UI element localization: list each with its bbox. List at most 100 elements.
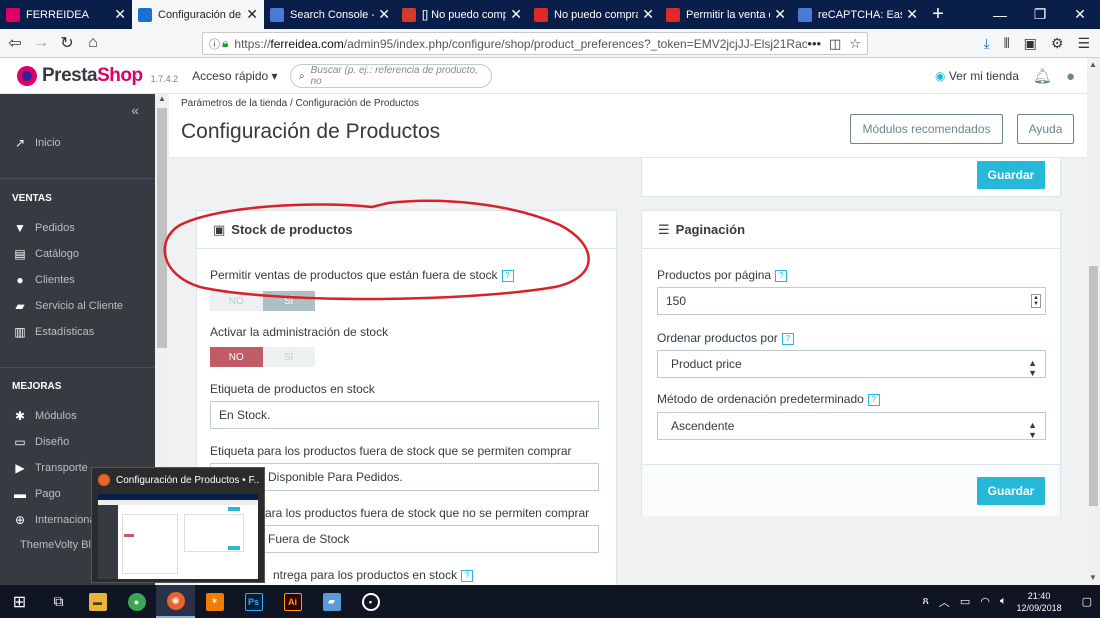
breadcrumb-link[interactable]: Parámetros de la tienda bbox=[181, 98, 287, 109]
collapse-sidebar-icon[interactable]: « bbox=[131, 102, 139, 118]
forward-icon[interactable]: → bbox=[28, 34, 54, 52]
sidebar-item-inicio[interactable]: ↗ Inicio bbox=[12, 136, 61, 150]
allow-oos-no[interactable]: NO bbox=[210, 291, 263, 311]
page-scroll-thumb[interactable] bbox=[1089, 266, 1098, 506]
oos-denied-input[interactable]: Fuera de Stock bbox=[210, 525, 599, 553]
tab-label: Permitir la venta de bbox=[686, 8, 770, 21]
file-explorer-icon[interactable]: ▬ bbox=[78, 585, 117, 618]
sidebar-item-estadisticas[interactable]: ▥ Estadísticas bbox=[12, 325, 94, 339]
clock[interactable]: 21:40 12/09/2018 bbox=[1017, 590, 1062, 614]
save-button-top[interactable]: Guardar bbox=[977, 161, 1045, 189]
scroll-up-icon[interactable]: ▲ bbox=[1089, 60, 1097, 69]
minimize-icon[interactable]: — bbox=[980, 0, 1020, 29]
menu-icon[interactable]: ☰ bbox=[1077, 35, 1090, 52]
help-icon[interactable]: ? bbox=[781, 332, 794, 345]
close-tab-icon[interactable]: ✕ bbox=[246, 6, 258, 23]
instock-input[interactable]: En Stock. bbox=[210, 401, 599, 429]
close-tab-icon[interactable]: ✕ bbox=[774, 6, 786, 23]
sidebar-item-catalogo[interactable]: ▤ Catálogo bbox=[12, 247, 79, 261]
wifi-icon[interactable]: ◠ bbox=[980, 595, 990, 608]
scroll-down-icon[interactable]: ▼ bbox=[1089, 573, 1097, 582]
download-icon[interactable]: ⤓ bbox=[984, 35, 990, 52]
pocket-icon[interactable]: ◫ bbox=[829, 36, 841, 52]
tray-chevron-icon[interactable]: ︿ bbox=[939, 594, 950, 610]
help-icon[interactable]: ? bbox=[867, 393, 880, 406]
new-tab-button[interactable]: + bbox=[924, 0, 952, 29]
number-spinner-icon[interactable]: ▲ ▼ bbox=[1031, 294, 1041, 308]
close-window-icon[interactable]: ✕ bbox=[1060, 0, 1100, 29]
chrome-icon[interactable]: ● bbox=[117, 585, 156, 618]
close-tab-icon[interactable]: ✕ bbox=[114, 6, 126, 23]
sidebar-item-modulos[interactable]: ✱ Módulos bbox=[12, 409, 77, 423]
browser-tab[interactable]: Configuración de P ✕ bbox=[132, 0, 264, 29]
search-input[interactable]: ⌕ Buscar (p. ej.: referencia de producto… bbox=[290, 64, 492, 88]
page-actions-icon[interactable]: ••• bbox=[807, 36, 821, 52]
oos-allowed-input[interactable]: Disponible Para Pedidos. bbox=[210, 463, 599, 491]
sidebar-item-transporte[interactable]: ▶ Transporte bbox=[12, 461, 87, 475]
browser-tab[interactable]: FERREIDEA ✕ bbox=[0, 0, 132, 29]
task-view-icon[interactable]: ⧉ bbox=[39, 585, 78, 618]
close-tab-icon[interactable]: ✕ bbox=[906, 6, 918, 23]
reload-icon[interactable]: ↻ bbox=[54, 33, 80, 53]
close-tab-icon[interactable]: ✕ bbox=[642, 6, 654, 23]
sidebar-item-pedidos[interactable]: ▼ Pedidos bbox=[12, 221, 75, 235]
home-icon[interactable]: ⌂ bbox=[80, 34, 106, 52]
sidebar-scroll-thumb[interactable] bbox=[157, 108, 167, 348]
scroll-up-icon[interactable]: ▲ bbox=[158, 94, 166, 103]
preview-thumbnail bbox=[98, 494, 258, 579]
allow-oos-yes[interactable]: SÍ bbox=[262, 291, 315, 311]
browser-tab[interactable]: No puedo comprar ✕ bbox=[528, 0, 660, 29]
browser-tab[interactable]: Permitir la venta de ✕ bbox=[660, 0, 792, 29]
photoshop-icon[interactable]: Ps bbox=[234, 585, 273, 618]
browser-tab[interactable]: Search Console - Pa ✕ bbox=[264, 0, 396, 29]
sidebar-item-clientes[interactable]: ● Clientes bbox=[12, 273, 74, 287]
order-by-select[interactable]: Product price ▲ ▼ bbox=[657, 350, 1046, 378]
close-tab-icon[interactable]: ✕ bbox=[378, 6, 390, 23]
view-store-link[interactable]: ◉ Ver mi tienda bbox=[935, 69, 1019, 83]
save-button-pagination[interactable]: Guardar bbox=[977, 477, 1045, 505]
extension-icon[interactable]: ⚙ bbox=[1051, 35, 1064, 52]
allow-oos-switch[interactable]: NO SÍ bbox=[210, 291, 315, 311]
notifications-bell-icon[interactable]: 🔔︎ bbox=[1033, 67, 1052, 85]
sidebar-item-diseno[interactable]: ▭ Diseño bbox=[12, 435, 69, 449]
info-icon[interactable]: ⓘ bbox=[209, 36, 220, 52]
volume-icon[interactable]: 🔈︎ bbox=[1000, 595, 1007, 608]
illustrator-icon[interactable]: Ai bbox=[273, 585, 312, 618]
help-button[interactable]: Ayuda bbox=[1017, 114, 1074, 144]
people-icon[interactable]: ጸ bbox=[922, 595, 928, 608]
per-page-input[interactable]: 150 ▲ ▼ bbox=[657, 287, 1046, 315]
sidebar-item-pago[interactable]: ▬ Pago bbox=[12, 487, 61, 501]
manage-stock-no[interactable]: NO bbox=[210, 347, 263, 367]
manage-stock-switch[interactable]: NO SÍ bbox=[210, 347, 315, 367]
help-icon[interactable]: ? bbox=[501, 269, 514, 282]
prestashop-logo[interactable]: PrestaShop bbox=[17, 65, 143, 87]
sidebar-item-internacional[interactable]: ⊕ Internacional bbox=[12, 513, 98, 527]
maximize-icon[interactable]: ❐ bbox=[1020, 0, 1060, 29]
quick-access-dropdown[interactable]: Acceso rápido ▾ bbox=[192, 69, 277, 83]
notes-app-icon[interactable]: ▰ bbox=[312, 585, 351, 618]
close-tab-icon[interactable]: ✕ bbox=[510, 6, 522, 23]
manage-stock-yes[interactable]: SÍ bbox=[262, 347, 315, 367]
url-text[interactable]: https://ferreidea.com/admin95/index.php/… bbox=[234, 37, 807, 51]
help-icon[interactable]: ? bbox=[461, 569, 474, 582]
library-icon[interactable]: ⫴ bbox=[1004, 35, 1010, 52]
action-center-icon[interactable]: ▢ bbox=[1082, 595, 1092, 608]
browser-tab[interactable]: [] No puedo compr ✕ bbox=[396, 0, 528, 29]
recommended-modules-button[interactable]: Módulos recomendados bbox=[850, 114, 1003, 144]
user-account-icon[interactable]: ● bbox=[1066, 68, 1075, 85]
bookmark-star-icon[interactable]: ☆ bbox=[849, 36, 861, 52]
back-icon[interactable]: ⇦ bbox=[2, 33, 28, 53]
battery-icon[interactable]: ▭ bbox=[960, 595, 970, 608]
help-icon[interactable]: ? bbox=[775, 269, 788, 282]
url-bar[interactable]: ⓘ 🔒︎ https://ferreidea.com/admin95/index… bbox=[202, 32, 868, 55]
order-method-select[interactable]: Ascendente ▲ ▼ bbox=[657, 412, 1046, 440]
sidebar-toggle-icon[interactable]: ▣ bbox=[1024, 35, 1037, 52]
sidebar-item-servicio[interactable]: ▰ Servicio al Cliente bbox=[12, 299, 123, 313]
firefox-taskbar-icon[interactable]: ◉ bbox=[156, 585, 195, 618]
taskbar-window-preview[interactable]: Configuración de Productos • F... bbox=[91, 467, 265, 583]
page-scrollbar[interactable]: ▲ ▼ bbox=[1087, 58, 1100, 585]
avast-icon[interactable]: ✶ bbox=[195, 585, 234, 618]
browser-tab[interactable]: reCAPTCHA: Easy o ✕ bbox=[792, 0, 924, 29]
target-app-icon[interactable]: • bbox=[351, 585, 390, 618]
windows-start-icon[interactable]: ⊞ bbox=[0, 585, 39, 618]
